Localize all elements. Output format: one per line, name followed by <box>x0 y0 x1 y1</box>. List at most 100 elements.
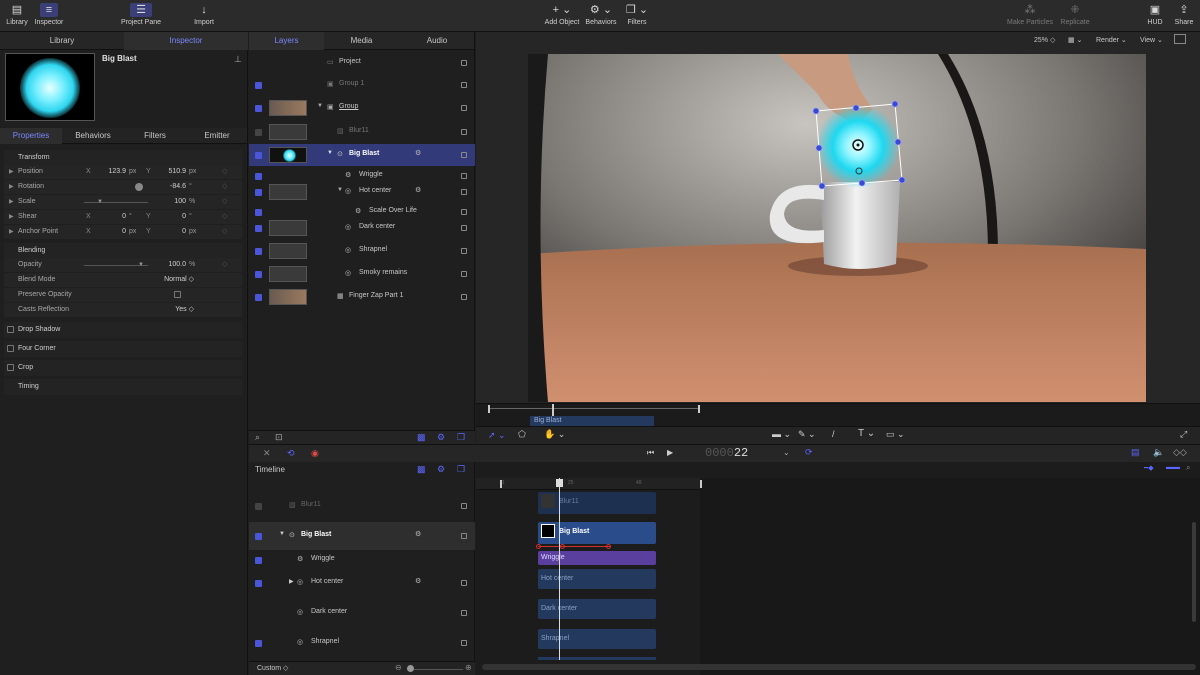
shear-x-field[interactable]: 0 <box>98 210 126 224</box>
layer-enable-checkbox[interactable] <box>255 294 262 301</box>
tab-properties[interactable]: Properties <box>0 128 62 144</box>
lock-icon[interactable] <box>461 533 467 539</box>
lock-icon[interactable] <box>461 82 467 88</box>
gear-icon[interactable]: ⚙ <box>415 530 421 538</box>
volume-icon[interactable]: 🔈 <box>1153 447 1164 458</box>
timecode-display[interactable]: 000022 <box>705 446 748 460</box>
lock-icon[interactable] <box>461 225 467 231</box>
timeline-row-wriggle[interactable]: ⚙ Wriggle <box>249 552 475 568</box>
lock-icon[interactable] <box>461 640 467 646</box>
snap-icon[interactable]: ━◆ <box>1144 464 1154 472</box>
disclosure-down-icon[interactable]: ▼ <box>317 103 323 109</box>
four-corner-section[interactable]: Four Corner <box>4 341 242 357</box>
play-icon[interactable]: ▶ <box>667 448 673 457</box>
layer-enable-checkbox[interactable] <box>255 248 262 255</box>
mini-timeline-clip[interactable]: Big Blast <box>530 416 654 426</box>
opacity-row[interactable]: Opacity ▼ 100.0 % ◇ <box>4 258 242 272</box>
blend-mode-select[interactable]: Normal ◇ <box>134 273 194 287</box>
in-point-marker[interactable] <box>500 480 502 488</box>
layer-enable-checkbox[interactable] <box>255 129 262 136</box>
timecode-menu-icon[interactable]: ⌄ <box>783 448 790 457</box>
thumbnail-toggle-icon[interactable]: ▩ <box>417 432 426 443</box>
layer-row-group[interactable]: ▼ ▣ Group <box>249 98 475 118</box>
layer-row-finger-zap[interactable]: ▦ Finger Zap Part 1 <box>249 287 475 307</box>
position-row[interactable]: ▶ Position X 123.9 px Y 510.9 px ◇ <box>4 165 242 179</box>
crop-checkbox[interactable] <box>7 363 14 371</box>
layer-enable-checkbox[interactable] <box>255 271 262 278</box>
mask-tool-icon[interactable]: ▭ ⌄ <box>886 429 905 440</box>
shape-tool-icon[interactable]: ▬ ⌄ <box>772 429 791 440</box>
keyframe-point[interactable] <box>560 544 565 549</box>
blending-header[interactable]: Blending <box>4 243 242 259</box>
make-particles-button[interactable]: ⁂ Make Particles <box>1004 3 1056 26</box>
layer-row-hot-center[interactable]: ▼ ◎ Hot center ⚙ <box>249 182 475 202</box>
timing-section[interactable]: Timing <box>4 379 242 395</box>
timeline-toggle-icon[interactable]: ▤ <box>1131 447 1140 458</box>
transform-tool-icon[interactable]: ⬠ <box>518 429 526 440</box>
lock-icon[interactable] <box>461 271 467 277</box>
four-corner-checkbox[interactable] <box>7 344 14 352</box>
anchor-point-row[interactable]: ▶ Anchor Point X 0 px Y 0 px ◇ <box>4 225 242 239</box>
clip-hot-center[interactable]: Hot center <box>538 569 656 589</box>
layers-toggle-icon[interactable]: ❐ <box>457 464 465 475</box>
project-pane-button[interactable]: ☰ Project Pane <box>118 3 164 26</box>
layer-enable-checkbox[interactable] <box>255 105 262 112</box>
anchor-y-field[interactable]: 0 <box>156 225 186 239</box>
out-point-marker[interactable] <box>698 405 700 413</box>
position-y-field[interactable]: 510.9 <box>156 165 186 179</box>
shear-row[interactable]: ▶ Shear X 0 ° Y 0 ° ◇ <box>4 210 242 224</box>
lock-icon[interactable] <box>461 580 467 586</box>
layer-enable-checkbox[interactable] <box>255 173 262 180</box>
lock-icon[interactable] <box>461 173 467 179</box>
select-tool-icon[interactable]: ➚ ⌄ <box>488 430 506 441</box>
audio-mute-icon[interactable]: ✕ <box>263 448 271 459</box>
transform-header[interactable]: Transform <box>4 150 242 166</box>
scale-slider[interactable] <box>84 202 148 203</box>
rotation-dial-icon[interactable] <box>135 183 143 191</box>
go-to-start-icon[interactable]: ⏮ <box>647 448 654 458</box>
timeline-row-dark-center[interactable]: ◎ Dark center <box>249 600 475 626</box>
casts-reflection-row[interactable]: Casts Reflection Yes ◇ <box>4 303 242 317</box>
layer-row-project[interactable]: ▭ Project <box>249 54 475 72</box>
layer-enable-checkbox[interactable] <box>255 152 262 159</box>
pin-icon[interactable]: ⊥ <box>234 54 242 65</box>
layer-row-smoky-remains[interactable]: ◎ Smoky remains <box>249 264 475 284</box>
layer-enable-checkbox[interactable] <box>255 189 262 196</box>
tab-audio[interactable]: Audio <box>399 32 475 50</box>
layer-enable-checkbox[interactable] <box>255 640 262 647</box>
tab-layers[interactable]: Layers <box>249 32 324 50</box>
record-icon[interactable]: ◉ <box>311 448 319 459</box>
clip-dark-center[interactable]: Dark center <box>538 599 656 619</box>
position-x-field[interactable]: 123.9 <box>98 165 126 179</box>
anchor-x-field[interactable]: 0 <box>98 225 126 239</box>
layer-row-blur11[interactable]: ▧ Blur11 <box>249 122 475 142</box>
keyframe-icon[interactable]: ◇ <box>222 165 227 179</box>
pen-tool-icon[interactable]: ✎ ⌄ <box>798 429 816 440</box>
lock-icon[interactable] <box>461 60 467 66</box>
slider-thumb-icon[interactable]: ▼ <box>97 195 103 209</box>
scale-field[interactable]: 100 <box>156 195 186 209</box>
gear-icon[interactable]: ⚙ <box>415 186 421 194</box>
layer-row-group-1[interactable]: ▣ Group 1 <box>249 76 475 94</box>
render-menu[interactable]: Render ⌄ <box>1096 36 1127 44</box>
out-point-marker[interactable] <box>700 480 702 488</box>
clip-shrapnel[interactable]: Shrapnel <box>538 629 656 649</box>
timeline-zoom-slider[interactable] <box>407 669 463 670</box>
loop-icon[interactable]: ⟲ <box>287 448 295 459</box>
preserve-opacity-checkbox[interactable] <box>174 291 181 298</box>
timeline-display-select[interactable]: Custom ◇ <box>257 664 288 672</box>
thumbnail-toggle-icon[interactable]: ▩ <box>417 464 426 475</box>
zoom-select[interactable]: 25% ◇ <box>1034 36 1055 44</box>
tab-inspector[interactable]: Inspector <box>124 32 248 50</box>
disclosure-down-icon[interactable]: ▼ <box>279 531 285 537</box>
tab-emitter[interactable]: Emitter <box>186 128 248 144</box>
keyframe-editor-icon[interactable]: ◇◇ <box>1173 447 1187 458</box>
scale-row[interactable]: ▶ Scale ▼ 100 % ◇ <box>4 195 242 209</box>
lock-icon[interactable] <box>461 105 467 111</box>
slider-thumb-icon[interactable]: ▼ <box>138 258 144 272</box>
filters-button[interactable]: ❐ ⌄ Filters <box>624 3 650 26</box>
add-layer-icon[interactable]: ⊡ <box>275 432 283 443</box>
layer-row-shrapnel[interactable]: ◎ Shrapnel <box>249 241 475 261</box>
sync-icon[interactable]: ⟳ <box>805 447 813 458</box>
tab-filters[interactable]: Filters <box>124 128 186 144</box>
